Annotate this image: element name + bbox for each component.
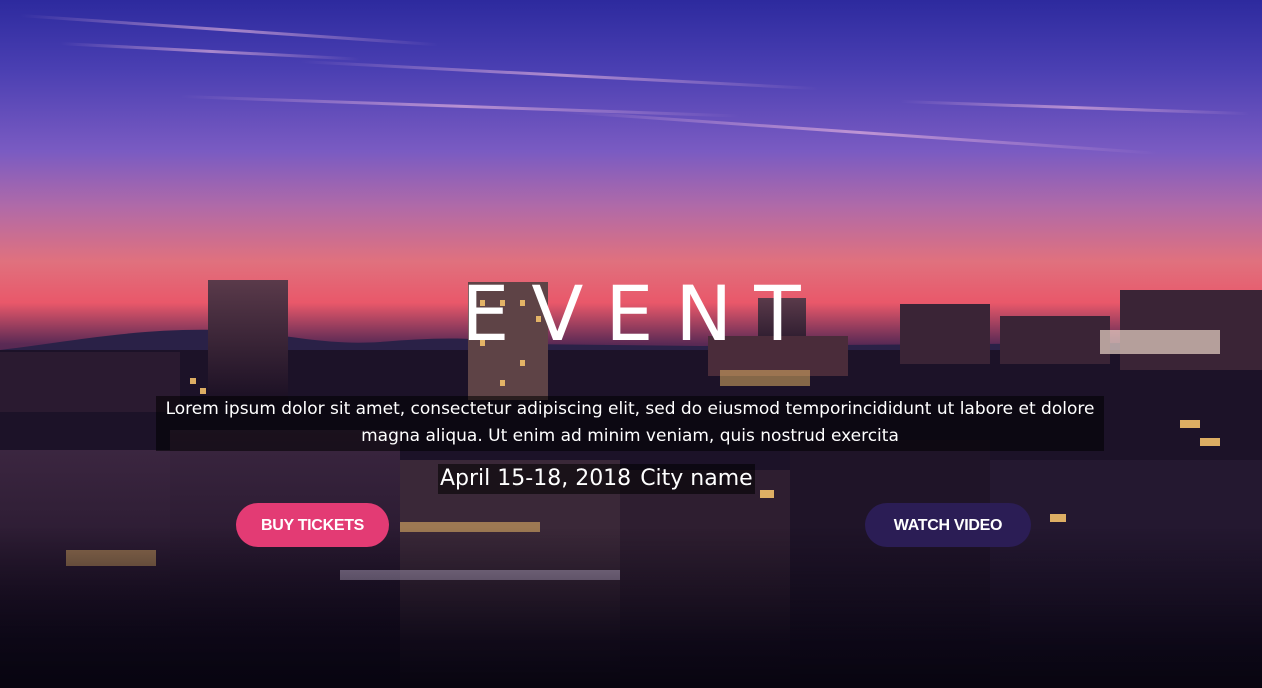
event-title: EVENT (461, 268, 823, 358)
cloud-streak (59, 42, 360, 61)
cloud-streak (559, 110, 1159, 155)
buy-tickets-button[interactable]: BUY TICKETS (236, 503, 389, 547)
event-city: City name (640, 466, 753, 491)
cloud-streak (299, 60, 820, 91)
event-date: April 15-18, 2018 (440, 466, 632, 491)
bottom-shadow (0, 528, 1262, 688)
cloud-streak (899, 100, 1250, 116)
hero-section: EVENT Lorem ipsum dolor sit amet, consec… (0, 0, 1262, 688)
event-date-location: April 15-18, 2018 City name (438, 464, 755, 494)
event-description: Lorem ipsum dolor sit amet, consectetur … (156, 396, 1104, 451)
watch-video-button[interactable]: WATCH VIDEO (865, 503, 1031, 547)
cloud-streak (19, 14, 440, 47)
cloud-streak (179, 95, 740, 118)
